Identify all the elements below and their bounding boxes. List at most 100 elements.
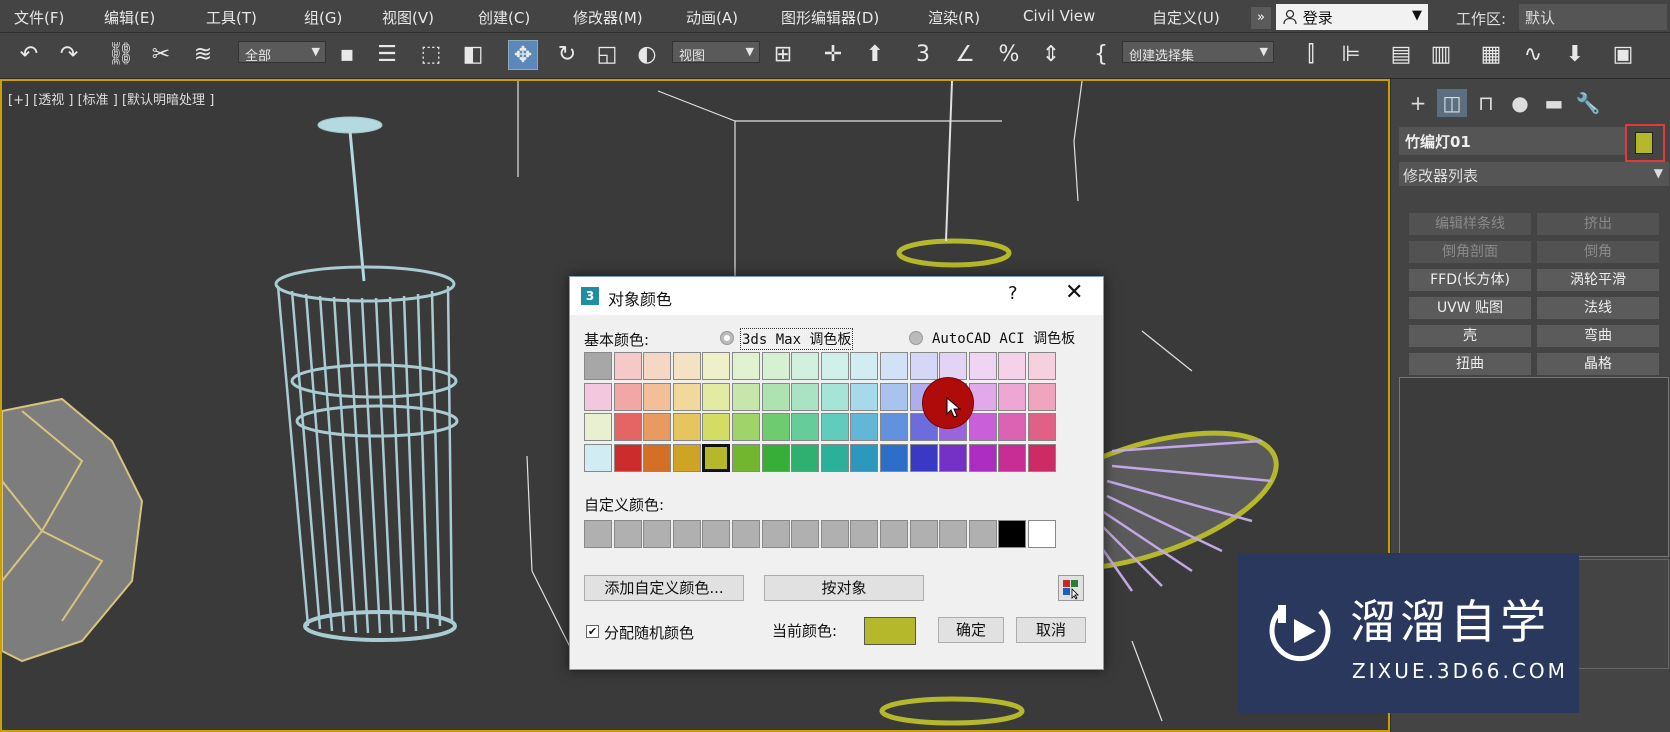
cancel-button[interactable]: 取消 (1016, 617, 1086, 643)
basic-color-swatch[interactable] (820, 352, 849, 380)
menu-file[interactable]: 文件(F) (14, 7, 64, 28)
undo-icon[interactable]: ↶ (14, 40, 44, 70)
basic-color-swatch[interactable] (761, 352, 790, 380)
menu-civil-view[interactable]: Civil View (1023, 7, 1095, 25)
color-picker-icon[interactable] (1058, 575, 1084, 601)
keyboard-shortcut-icon[interactable]: ⬆ (860, 40, 890, 70)
basic-color-swatch[interactable] (880, 352, 908, 380)
menu-edit[interactable]: 编辑(E) (104, 7, 155, 28)
custom-color-swatch[interactable] (968, 520, 997, 548)
current-color-swatch[interactable] (864, 617, 916, 645)
custom-color-swatch[interactable] (880, 520, 908, 548)
custom-color-swatch[interactable] (702, 520, 731, 548)
basic-color-swatch[interactable] (732, 382, 760, 411)
modifier-button[interactable]: FFD(长方体) (1409, 269, 1531, 291)
modifier-list-dropdown[interactable]: 修改器列表 ▼ (1399, 162, 1669, 186)
basic-color-swatch[interactable] (850, 413, 879, 441)
basic-color-swatch[interactable] (643, 352, 672, 380)
modifier-stack[interactable] (1399, 377, 1669, 557)
basic-color-swatch[interactable] (909, 352, 938, 380)
basic-color-swatch[interactable] (968, 413, 997, 441)
menu-views[interactable]: 视图(V) (382, 7, 434, 28)
spinner-snap-icon[interactable]: ⇕ (1036, 40, 1066, 70)
menu-modifiers[interactable]: 修改器(M) (573, 7, 643, 28)
basic-color-swatch[interactable] (672, 382, 701, 411)
menu-customize[interactable]: 自定义(U) (1152, 7, 1220, 28)
custom-color-swatch[interactable] (761, 520, 790, 548)
basic-color-swatch[interactable] (702, 443, 731, 472)
scale-icon[interactable]: ◱ (592, 40, 622, 70)
custom-color-swatch[interactable] (1028, 520, 1056, 548)
motion-tab-icon[interactable]: ● (1505, 89, 1535, 117)
basic-color-swatch[interactable] (702, 413, 731, 441)
layer-icon[interactable]: ▤ (1386, 40, 1416, 70)
modify-tab-icon[interactable]: ◫ (1437, 89, 1467, 117)
custom-color-swatch[interactable] (584, 520, 612, 548)
select-manipulate-icon[interactable]: ✛ (818, 40, 848, 70)
basic-color-swatch[interactable] (791, 443, 820, 472)
custom-color-swatch[interactable] (998, 520, 1027, 548)
basic-color-swatch[interactable] (643, 413, 672, 441)
window-crossing-icon[interactable]: ◧ (458, 40, 488, 70)
by-object-button[interactable]: 按对象 (764, 575, 924, 601)
basic-color-swatch[interactable] (613, 382, 642, 411)
placement-icon[interactable]: ◐ (632, 40, 662, 70)
basic-color-swatch[interactable] (702, 352, 731, 380)
basic-color-swatch[interactable] (850, 443, 879, 472)
basic-color-swatch[interactable] (702, 382, 731, 411)
menu-animation[interactable]: 动画(A) (686, 7, 738, 28)
modifier-button[interactable]: 晶格 (1537, 353, 1659, 375)
basic-color-swatch[interactable] (850, 382, 879, 411)
object-color-swatch[interactable] (1635, 132, 1653, 154)
render-frame-icon[interactable]: ▣ (1608, 40, 1638, 70)
rect-region-icon[interactable]: ⬚ (416, 40, 446, 70)
basic-color-swatch[interactable] (791, 382, 820, 411)
menu-overflow-button[interactable]: » (1251, 7, 1271, 29)
modifier-button[interactable]: UVW 贴图 (1409, 297, 1531, 319)
radio-3dsmax-palette[interactable] (720, 331, 734, 345)
basic-color-swatch[interactable] (968, 352, 997, 380)
menu-graph-editors[interactable]: 图形编辑器(D) (781, 7, 879, 28)
basic-color-swatch[interactable] (880, 413, 908, 441)
basic-color-swatch[interactable] (909, 443, 938, 472)
named-selection-dropdown[interactable]: 创建选择集 ▼ (1122, 41, 1274, 64)
custom-color-swatch[interactable] (909, 520, 938, 548)
basic-color-swatch[interactable] (939, 352, 968, 380)
radio-aci-palette[interactable] (909, 331, 923, 345)
basic-color-swatch[interactable] (850, 352, 879, 380)
link-icon[interactable]: ⛓ (106, 40, 136, 70)
basic-color-swatch[interactable] (613, 413, 642, 441)
custom-color-swatch[interactable] (613, 520, 642, 548)
basic-color-swatch[interactable] (613, 443, 642, 472)
bind-spacewarp-icon[interactable]: ≋ (188, 40, 218, 70)
radio-aci-palette-label[interactable]: AutoCAD ACI 调色板 (932, 328, 1075, 348)
custom-color-swatch[interactable] (643, 520, 672, 548)
unlink-icon[interactable]: ✂ (146, 40, 176, 70)
object-name-field[interactable]: 竹编灯01 (1399, 127, 1627, 155)
basic-color-swatch[interactable] (998, 413, 1027, 441)
menu-tools[interactable]: 工具(T) (206, 7, 257, 28)
basic-color-swatch[interactable] (732, 352, 760, 380)
dialog-titlebar[interactable]: 3 对象颜色 ? ✕ (570, 277, 1103, 315)
basic-color-swatch[interactable] (1028, 382, 1056, 411)
create-tab-icon[interactable]: + (1403, 89, 1433, 117)
basic-color-swatch[interactable] (968, 443, 997, 472)
basic-color-swatch[interactable] (643, 443, 672, 472)
percent-snap-icon[interactable]: % (994, 40, 1024, 70)
select-object-icon[interactable]: ▪ (332, 40, 362, 70)
custom-color-swatch[interactable] (850, 520, 879, 548)
mirror-icon[interactable]: ⫿ (1296, 40, 1326, 70)
basic-color-swatch[interactable] (998, 443, 1027, 472)
selection-filter-dropdown[interactable]: 全部 ▼ (238, 41, 326, 64)
custom-color-swatch[interactable] (732, 520, 760, 548)
scene-explorer-icon[interactable]: ▥ (1426, 40, 1456, 70)
basic-color-swatch[interactable] (820, 382, 849, 411)
help-button[interactable]: ? (1008, 283, 1018, 304)
align-icon[interactable]: ⊫ (1336, 40, 1366, 70)
add-custom-color-button[interactable]: 添加自定义颜色... (584, 575, 744, 601)
basic-color-swatch[interactable] (732, 443, 760, 472)
custom-color-swatch[interactable] (672, 520, 701, 548)
curve-editor-icon[interactable]: ∿ (1518, 40, 1548, 70)
utilities-tab-icon[interactable]: 🔧 (1573, 89, 1603, 117)
modifier-button[interactable]: 法线 (1537, 297, 1659, 319)
